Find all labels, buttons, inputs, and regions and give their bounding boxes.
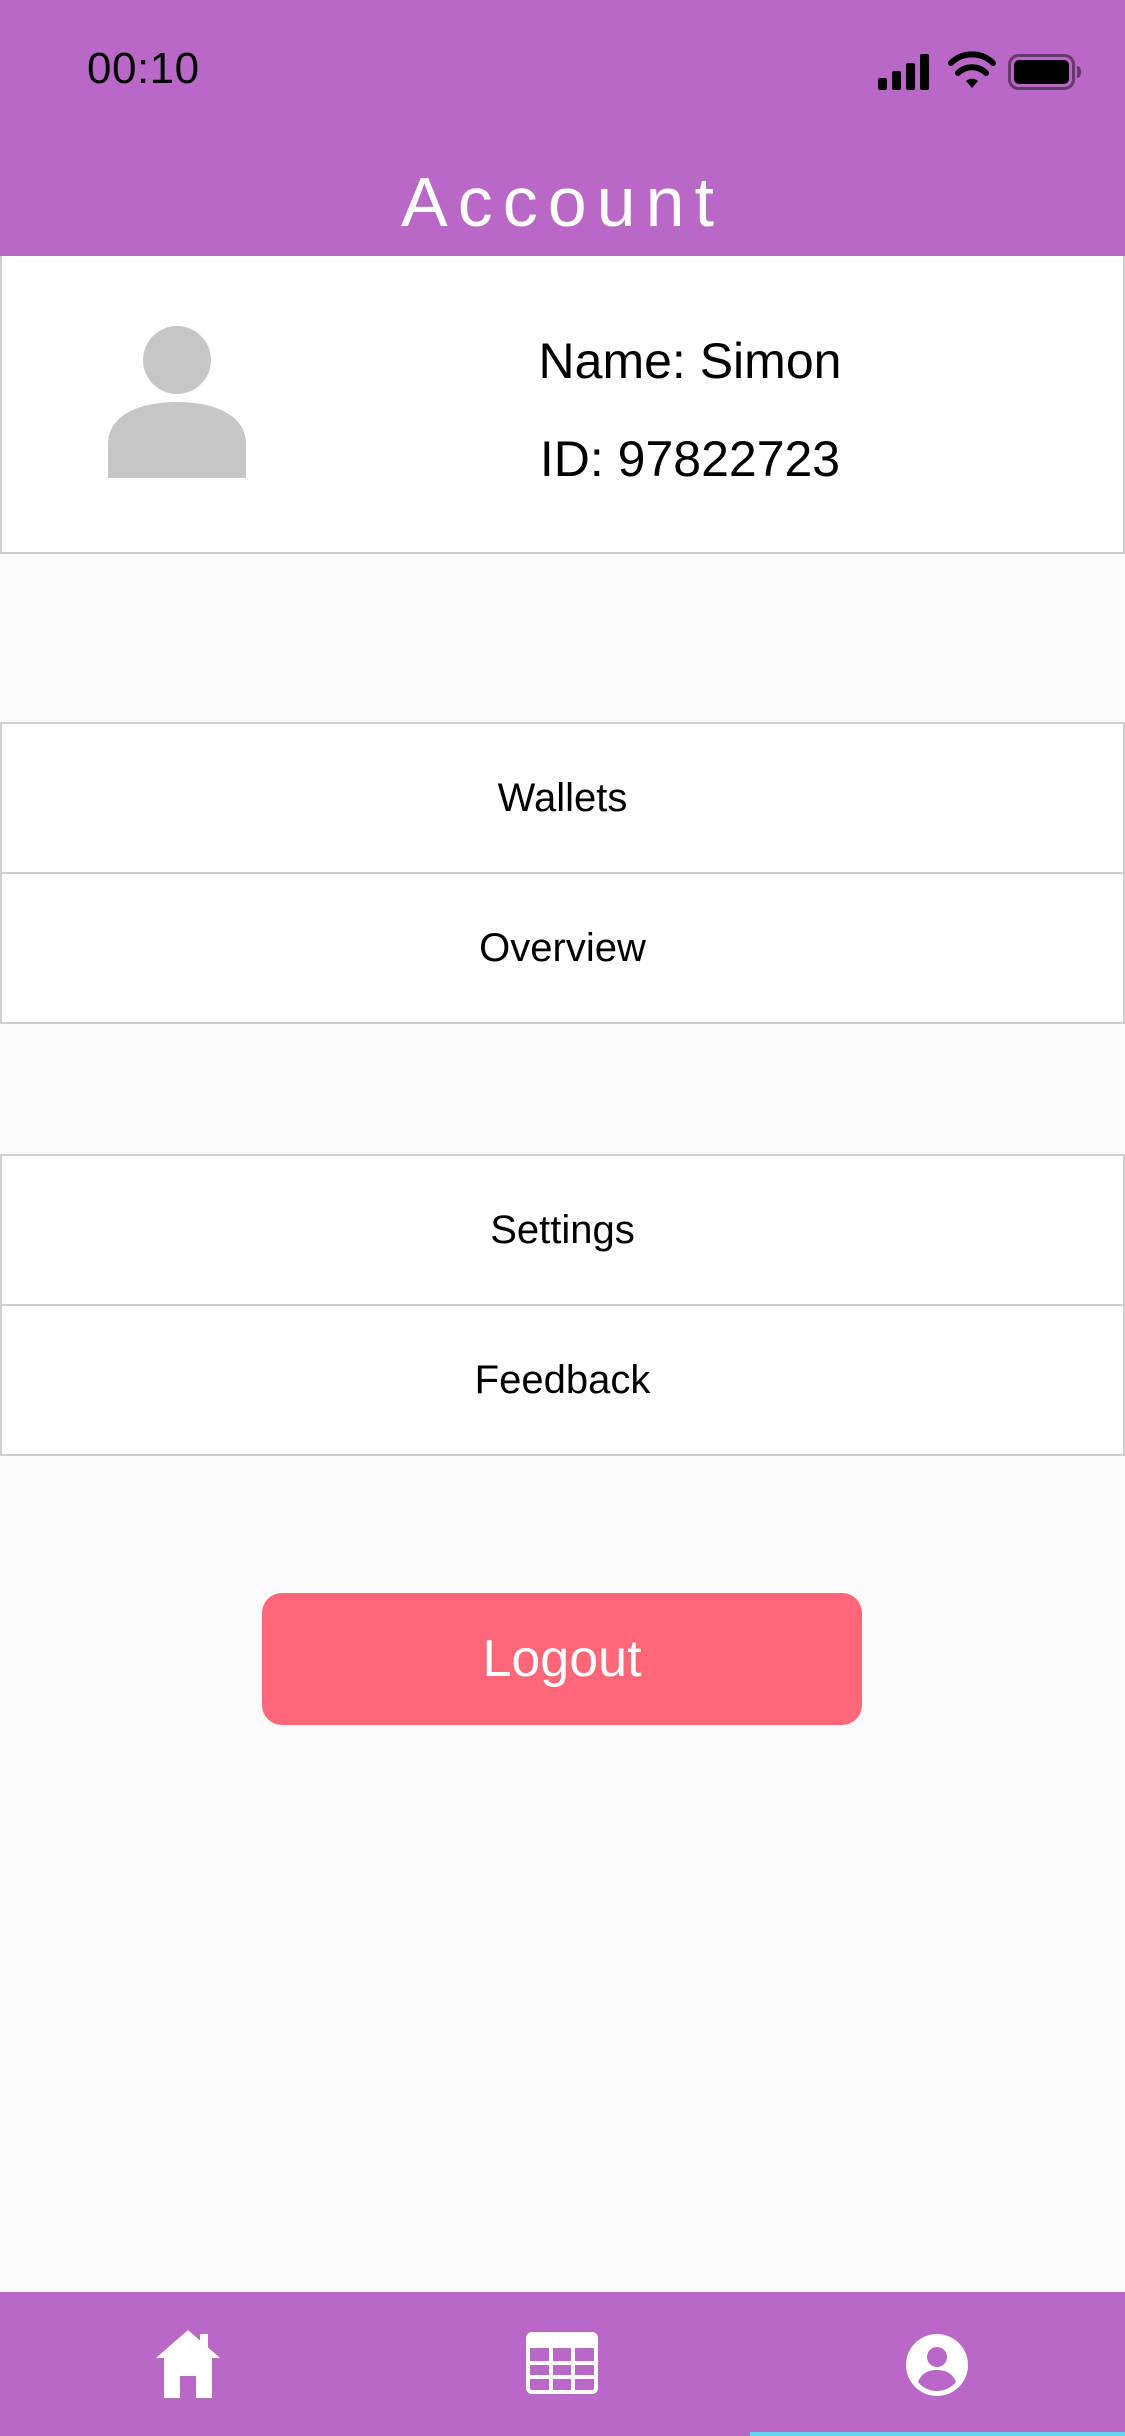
status-time: 00:10 <box>87 44 200 93</box>
table-icon <box>526 2332 598 2394</box>
tab-bar <box>0 2292 1125 2436</box>
menu-item-overview[interactable]: Overview <box>0 872 1125 1024</box>
battery-icon <box>1008 54 1081 90</box>
menu-item-feedback[interactable]: Feedback <box>0 1304 1125 1456</box>
home-icon <box>156 2330 220 2398</box>
logout-button[interactable]: Logout <box>262 1593 862 1725</box>
tab-table[interactable] <box>375 2292 750 2436</box>
menu-item-label: Settings <box>490 1207 635 1252</box>
menu-item-label: Overview <box>479 925 646 970</box>
tab-account[interactable] <box>750 2292 1125 2436</box>
menu-item-settings[interactable]: Settings <box>0 1154 1125 1306</box>
app-header: 00:10 Account <box>0 0 1125 256</box>
active-tab-indicator <box>750 2432 1125 2436</box>
menu-item-label: Wallets <box>497 775 628 820</box>
menu-item-wallets[interactable]: Wallets <box>0 722 1125 874</box>
menu-item-label: Feedback <box>474 1357 651 1402</box>
tab-home[interactable] <box>0 2292 375 2436</box>
wifi-icon <box>948 51 996 88</box>
profile-name: Name: Simon <box>538 333 842 389</box>
person-icon <box>108 326 246 478</box>
profile-id: ID: 97822723 <box>539 431 841 487</box>
logout-label: Logout <box>482 1630 642 1688</box>
page-title: Account <box>401 163 724 241</box>
signal-icon <box>878 54 929 90</box>
account-circle-icon <box>906 2334 968 2396</box>
profile-card: Name: Simon ID: 97822723 <box>0 256 1125 554</box>
